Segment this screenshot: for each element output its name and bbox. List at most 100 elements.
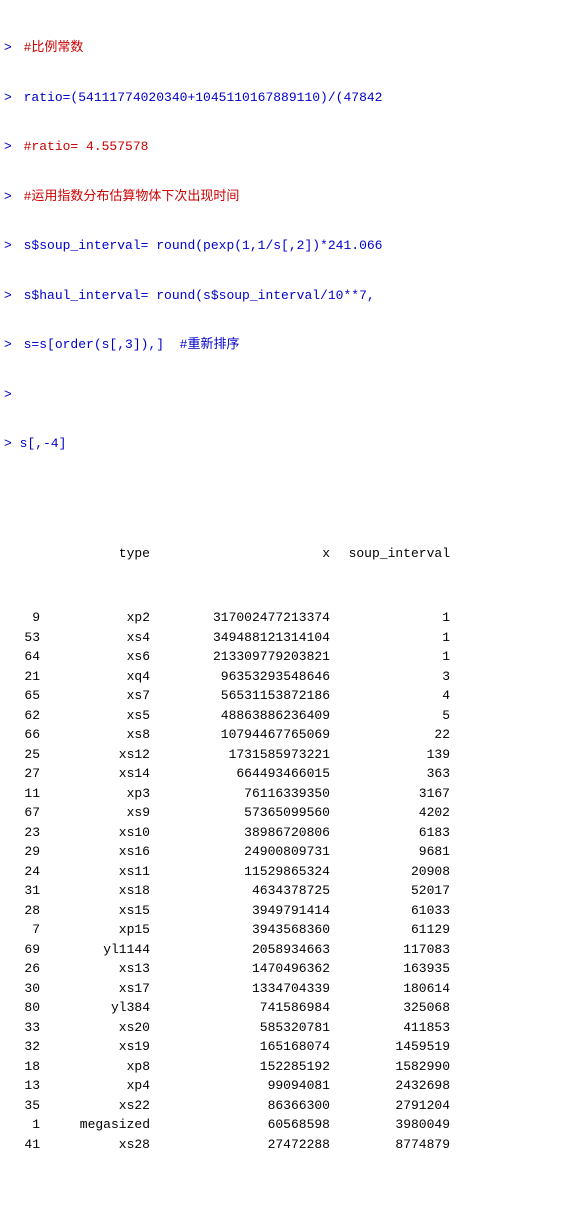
table-row: 28 xs15 3949791414 61033 xyxy=(4,901,576,921)
table-row: 27 xs14 664493466015 363 xyxy=(4,764,576,784)
cell-type: xs4 xyxy=(44,628,154,648)
cell-soup: 363 xyxy=(334,764,454,784)
cell-rownum: 80 xyxy=(4,998,44,1018)
cell-x: 152285192 xyxy=(154,1057,334,1077)
cell-type: xs15 xyxy=(44,901,154,921)
cell-rownum: 66 xyxy=(4,725,44,745)
cell-x: 1470496362 xyxy=(154,959,334,979)
cell-soup: 9681 xyxy=(334,842,454,862)
cell-x: 165168074 xyxy=(154,1037,334,1057)
cell-x: 99094081 xyxy=(154,1076,334,1096)
cell-type: xp15 xyxy=(44,920,154,940)
table-row: 35 xs22 86366300 2791204 xyxy=(4,1096,576,1116)
text-1: #比例常数 xyxy=(16,38,84,58)
cell-x: 11529865324 xyxy=(154,862,334,882)
table-row: 18 xp8 152285192 1582990 xyxy=(4,1057,576,1077)
cell-x: 585320781 xyxy=(154,1018,334,1038)
header-x: x xyxy=(154,544,334,564)
table-row: 1 megasized 60568598 3980049 xyxy=(4,1115,576,1135)
cell-soup: 3167 xyxy=(334,784,454,804)
cell-type: xs13 xyxy=(44,959,154,979)
prompt-7: > xyxy=(4,335,12,355)
table-row: 26 xs13 1470496362 163935 xyxy=(4,959,576,979)
cell-x: 60568598 xyxy=(154,1115,334,1135)
cell-type: xp3 xyxy=(44,784,154,804)
cell-x: 56531153872186 xyxy=(154,686,334,706)
cell-x: 1334704339 xyxy=(154,979,334,999)
cell-rownum: 64 xyxy=(4,647,44,667)
cell-soup: 411853 xyxy=(334,1018,454,1038)
cell-soup: 61033 xyxy=(334,901,454,921)
cell-x: 27472288 xyxy=(154,1135,334,1155)
cell-soup: 1582990 xyxy=(334,1057,454,1077)
cell-rownum: 27 xyxy=(4,764,44,784)
console-output: > #比例常数 > ratio=(54111774020340+10451101… xyxy=(0,0,580,1207)
prompt-1: > xyxy=(4,38,12,58)
cell-soup: 2432698 xyxy=(334,1076,454,1096)
cell-soup: 139 xyxy=(334,745,454,765)
cell-rownum: 21 xyxy=(4,667,44,687)
cell-soup: 4 xyxy=(334,686,454,706)
cell-rownum: 31 xyxy=(4,881,44,901)
table-row: 7 xp15 3943568360 61129 xyxy=(4,920,576,940)
cell-rownum: 41 xyxy=(4,1135,44,1155)
table-row: 69 yl1144 2058934663 117083 xyxy=(4,940,576,960)
line-code-1: > ratio=(54111774020340+1045110167889110… xyxy=(4,88,576,108)
cell-rownum: 32 xyxy=(4,1037,44,1057)
cell-soup: 52017 xyxy=(334,881,454,901)
cell-rownum: 23 xyxy=(4,823,44,843)
table-row: 80 yl384 741586984 325068 xyxy=(4,998,576,1018)
table-row: 11 xp3 76116339350 3167 xyxy=(4,784,576,804)
cell-rownum: 1 xyxy=(4,1115,44,1135)
cell-x: 48863886236409 xyxy=(154,706,334,726)
cell-soup: 61129 xyxy=(334,920,454,940)
cell-rownum: 18 xyxy=(4,1057,44,1077)
cell-rownum: 13 xyxy=(4,1076,44,1096)
cell-x: 1731585973221 xyxy=(154,745,334,765)
cell-x: 86366300 xyxy=(154,1096,334,1116)
cell-type: xs18 xyxy=(44,881,154,901)
cell-soup: 5 xyxy=(334,706,454,726)
cell-x: 317002477213374 xyxy=(154,608,334,628)
cell-x: 4634378725 xyxy=(154,881,334,901)
text-4: #运用指数分布估算物体下次出现时间 xyxy=(16,187,240,207)
cell-rownum: 9 xyxy=(4,608,44,628)
cell-soup: 325068 xyxy=(334,998,454,1018)
cell-soup: 6183 xyxy=(334,823,454,843)
command-text: > s[,-4] xyxy=(4,434,66,454)
cell-type: megasized xyxy=(44,1115,154,1135)
prompt-5: > xyxy=(4,236,12,256)
cell-type: xq4 xyxy=(44,667,154,687)
text-6: s$haul_interval= round(s$soup_interval/1… xyxy=(16,286,375,306)
cell-soup: 1 xyxy=(334,647,454,667)
line-code-2: > s$soup_interval= round(pexp(1,1/s[,2])… xyxy=(4,236,576,256)
header-type: type xyxy=(44,544,154,564)
table-body: 9 xp2 317002477213374 1 53 xs4 349488121… xyxy=(4,608,576,1154)
cell-rownum: 35 xyxy=(4,1096,44,1116)
cell-soup: 180614 xyxy=(334,979,454,999)
cell-rownum: 67 xyxy=(4,803,44,823)
cell-soup: 8774879 xyxy=(334,1135,454,1155)
table-row: 32 xs19 165168074 1459519 xyxy=(4,1037,576,1057)
cell-x: 24900809731 xyxy=(154,842,334,862)
table-row: 24 xs11 11529865324 20908 xyxy=(4,862,576,882)
cell-soup: 22 xyxy=(334,725,454,745)
cell-x: 76116339350 xyxy=(154,784,334,804)
table-row: 53 xs4 349488121314104 1 xyxy=(4,628,576,648)
cell-soup: 4202 xyxy=(334,803,454,823)
cell-rownum: 25 xyxy=(4,745,44,765)
cell-x: 57365099560 xyxy=(154,803,334,823)
cell-type: xs20 xyxy=(44,1018,154,1038)
cell-rownum: 26 xyxy=(4,959,44,979)
table-row: 25 xs12 1731585973221 139 xyxy=(4,745,576,765)
prompt-empty: > xyxy=(4,385,12,405)
cell-rownum: 11 xyxy=(4,784,44,804)
cell-type: xs7 xyxy=(44,686,154,706)
line-empty: > xyxy=(4,385,576,405)
text-7: s=s[order(s[,3]),] #重新排序 xyxy=(16,335,240,355)
cell-x: 664493466015 xyxy=(154,764,334,784)
table-row: 23 xs10 38986720806 6183 xyxy=(4,823,576,843)
cell-soup: 2791204 xyxy=(334,1096,454,1116)
prompt-6: > xyxy=(4,286,12,306)
text-5: s$soup_interval= round(pexp(1,1/s[,2])*2… xyxy=(16,236,383,256)
